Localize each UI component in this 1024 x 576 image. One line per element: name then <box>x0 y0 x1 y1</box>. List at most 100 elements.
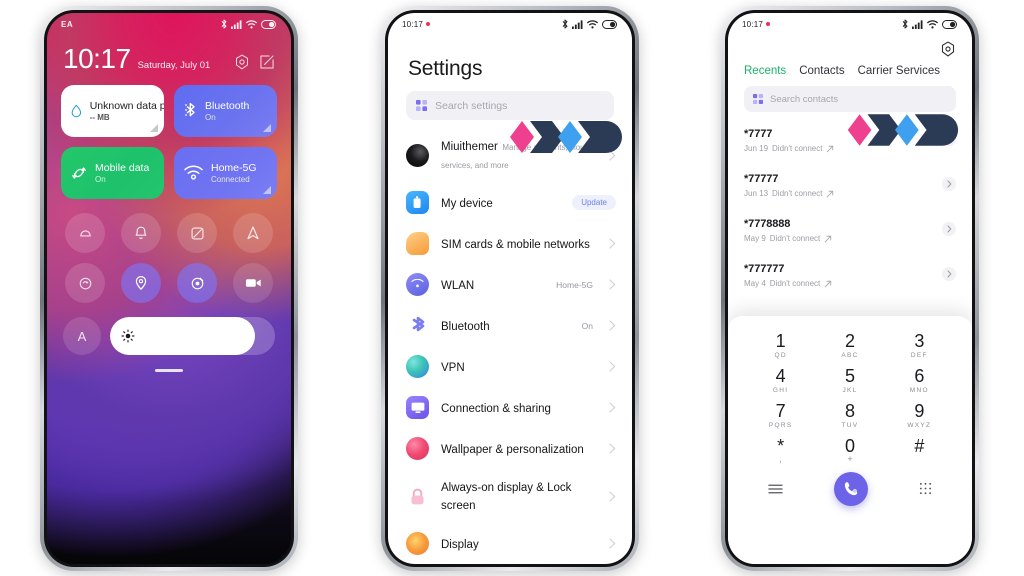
toggle-screen-record[interactable] <box>233 263 273 303</box>
tile-title: Bluetooth <box>205 100 250 112</box>
outgoing-arrow-icon <box>825 235 832 242</box>
tile-title: Unknown data plan <box>89 100 164 112</box>
settings-row-vpn[interactable]: VPN <box>388 346 632 387</box>
update-badge[interactable]: Update <box>572 195 616 210</box>
expand-corner-icon[interactable] <box>263 124 271 132</box>
status-bar: 10:17 <box>728 13 972 35</box>
carrier-label: EA <box>61 19 74 29</box>
key-letters: , <box>779 453 782 464</box>
tile-subtitle: Connected <box>211 175 250 184</box>
dialpad-key-6[interactable]: 6 MNO <box>885 366 954 394</box>
lock-icon <box>406 485 429 508</box>
dialpad-key-9[interactable]: 9 WXYZ <box>885 401 954 428</box>
screenshot-icon <box>191 227 204 240</box>
call-date: May 9 <box>744 234 766 243</box>
dialpad-key-4[interactable]: 4 GHI <box>746 366 815 394</box>
bluetooth-icon <box>562 19 568 29</box>
toggle-gps[interactable] <box>177 263 217 303</box>
call-log-row[interactable]: *777777 May 4 Didn't connect <box>728 251 972 296</box>
vpn-globe-icon <box>406 355 429 378</box>
call-status: Didn't connect <box>769 279 821 288</box>
screenshot-stage: EA 10:17 Saturday, July 01 Unknown data … <box>0 0 1024 576</box>
brightness-slider[interactable] <box>110 317 275 355</box>
tile-wifi[interactable]: Home-5G Connected <box>174 147 277 199</box>
tile-data-plan[interactable]: Unknown data plan -- MB <box>61 85 164 137</box>
signal-icon <box>231 19 242 29</box>
status-time: 10:17 <box>742 19 764 29</box>
expand-corner-icon[interactable] <box>150 124 158 132</box>
dialpad-key-2[interactable]: 2 ABC <box>815 332 884 359</box>
tab-carrier-services[interactable]: Carrier Services <box>858 65 940 77</box>
keypad-grid-icon[interactable] <box>919 482 932 495</box>
settings-list: Miuithemer Manage accounts, cloud servic… <box>388 128 632 564</box>
contacts-search-input[interactable]: Search contacts <box>744 86 956 112</box>
chevron-right-icon <box>947 225 951 232</box>
tile-bluetooth[interactable]: Bluetooth On <box>174 85 277 137</box>
settings-row-my-device[interactable]: My device Update <box>388 182 632 223</box>
call-number: *777777 <box>744 263 785 275</box>
chevron-right-icon <box>609 279 616 290</box>
battery-icon <box>942 19 957 29</box>
dialpad-key-0[interactable]: 0 + <box>815 436 884 463</box>
settings-row-wallpaper[interactable]: Wallpaper & personalization <box>388 428 632 469</box>
key-letters: GHI <box>772 386 789 394</box>
row-title: My device <box>441 197 493 210</box>
toggle-sync[interactable] <box>65 263 105 303</box>
toggle-notifications[interactable] <box>121 213 161 253</box>
phone-bezel: 10:17 Settings Search settings Miuitheme… <box>385 10 635 567</box>
recording-dot-icon <box>426 22 431 27</box>
dialpad-key-1[interactable]: 1 QD <box>746 332 815 359</box>
tab-recents[interactable]: Recents <box>744 65 786 77</box>
row-title: Always-on display & Lock screen <box>441 482 572 512</box>
settings-row-account[interactable]: Miuithemer Manage accounts, cloud servic… <box>388 128 632 182</box>
dialpad-key-star[interactable]: *, <box>746 436 815 464</box>
search-input[interactable]: Search settings <box>406 91 614 120</box>
row-title: Connection & sharing <box>441 402 551 415</box>
dialpad-key-3[interactable]: 3 DEF <box>885 332 954 359</box>
settings-row-display[interactable]: Display <box>388 523 632 564</box>
mobile-data-icon <box>72 167 86 179</box>
status-time-wrap: 10:17 <box>742 19 771 29</box>
phone-device-dialer: 10:17 Recents Contacts Carrier Services <box>721 6 979 571</box>
auto-brightness-button[interactable]: A <box>63 317 101 355</box>
dialpad-key-7[interactable]: 7 PQRS <box>746 400 815 428</box>
toggle-navigation[interactable] <box>233 213 273 253</box>
settings-row-lock-screen[interactable]: Always-on display & Lock screen <box>388 469 632 523</box>
settings-row-wlan[interactable]: WLAN Home-5G <box>388 264 632 305</box>
key-letters: MNO <box>909 386 929 394</box>
call-detail-button[interactable] <box>942 266 956 281</box>
settings-row-bluetooth[interactable]: Bluetooth On <box>388 305 632 346</box>
phone-device-settings: 10:17 Settings Search settings Miuitheme… <box>381 6 639 571</box>
dialpad-key-8[interactable]: 8 TUV <box>815 401 884 428</box>
edit-icon[interactable] <box>259 54 275 70</box>
call-status: Didn't connect <box>769 234 821 243</box>
toggle-do-not-disturb[interactable] <box>65 213 105 253</box>
dialpad-key-hash[interactable]: # <box>885 436 954 462</box>
toggle-location[interactable] <box>121 263 161 303</box>
settings-gear-icon[interactable] <box>940 41 956 57</box>
call-log-row[interactable]: *7778888 May 9 Didn't connect <box>728 206 972 251</box>
menu-lines-icon[interactable] <box>768 483 783 495</box>
tile-subtitle: -- MB <box>89 113 110 122</box>
call-number: *7778888 <box>744 218 791 230</box>
signal-icon <box>572 19 583 29</box>
call-log-row[interactable]: *7777 Jun 19 Didn't connect <box>728 116 972 161</box>
dialpad-key-5[interactable]: 5 JKL <box>815 366 884 393</box>
settings-row-sim[interactable]: SIM cards & mobile networks <box>388 223 632 264</box>
call-detail-button[interactable] <box>942 221 956 236</box>
settings-gear-icon[interactable] <box>234 54 250 70</box>
chevron-right-icon <box>947 135 951 142</box>
call-button[interactable] <box>834 471 868 506</box>
call-detail-button[interactable] <box>942 176 956 191</box>
drag-handle[interactable] <box>155 369 183 372</box>
chevron-right-icon <box>609 361 616 372</box>
call-log-row[interactable]: *77777 Jun 13 Didn't connect <box>728 161 972 206</box>
tile-mobile-data[interactable]: Mobile data On <box>61 147 164 199</box>
settings-row-connection-sharing[interactable]: Connection & sharing <box>388 387 632 428</box>
tab-contacts[interactable]: Contacts <box>799 65 844 77</box>
key-digit: 7 <box>775 400 786 421</box>
row-text: WLAN <box>441 276 544 294</box>
toggle-screenshot[interactable] <box>177 213 217 253</box>
expand-corner-icon[interactable] <box>263 186 271 194</box>
call-detail-button[interactable] <box>942 131 956 146</box>
